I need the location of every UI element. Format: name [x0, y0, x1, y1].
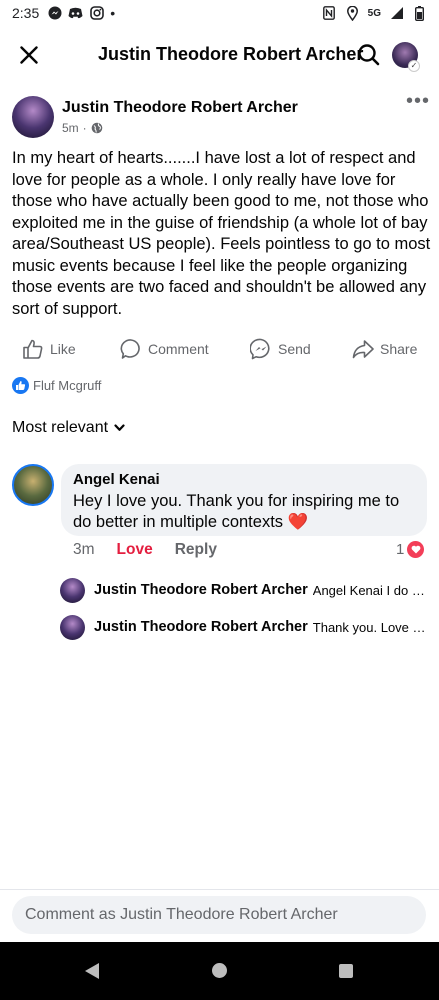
chevron-down-icon [114, 424, 125, 431]
chevron-down-icon: ✓ [408, 60, 420, 72]
comment-sort-dropdown[interactable]: Most relevant [12, 419, 125, 437]
like-button[interactable]: Like [22, 335, 76, 363]
send-button[interactable]: Send [250, 335, 311, 363]
comment-label: Comment [148, 341, 209, 357]
commenter-avatar[interactable] [12, 464, 54, 506]
like-reaction-icon [12, 377, 29, 394]
messenger-icon [47, 6, 62, 21]
comment-reaction-count[interactable]: 1 [396, 541, 425, 558]
comment-time[interactable]: 3m [73, 541, 95, 559]
reply-text: Thank you. Love yo... [312, 619, 430, 635]
globe-icon [91, 122, 102, 134]
search-icon [358, 44, 380, 66]
status-bar: 2:35 • 5G [0, 0, 439, 26]
system-nav-bar [0, 942, 439, 1000]
reaction-summary[interactable]: Fluf Mcgruff [12, 377, 101, 394]
love-button[interactable]: Love [117, 541, 153, 559]
share-icon [352, 340, 374, 359]
meta-separator: · [82, 121, 87, 135]
close-button[interactable] [16, 42, 42, 68]
notification-icons: • [47, 5, 115, 21]
reply-author: Justin Theodore Robert Archer [94, 619, 308, 635]
heart-emoji: ❤️ [287, 513, 309, 531]
location-icon [345, 5, 360, 21]
comment-actions: 3m Love Reply [73, 541, 217, 559]
comment-author[interactable]: Angel Kenai [73, 470, 415, 490]
post-author[interactable]: Justin Theodore Robert Archer [62, 99, 298, 117]
sort-label: Most relevant [12, 419, 109, 436]
reaction-count: 1 [396, 541, 405, 558]
status-dot: • [110, 5, 116, 21]
search-button[interactable] [356, 42, 382, 68]
reply-button[interactable]: Reply [175, 541, 217, 559]
comment-icon [120, 339, 140, 359]
comment-body: Hey I love you. Thank you for inspiring … [73, 492, 400, 531]
avatar[interactable] [12, 96, 54, 138]
heart-icon [407, 541, 425, 558]
post-header: Justin Theodore Robert Archer 5m · ••• [12, 91, 432, 140]
comment-input[interactable]: Comment as Justin Theodore Robert Archer [12, 896, 426, 934]
reply-author: Justin Theodore Robert Archer [94, 582, 308, 598]
battery-icon [412, 5, 427, 21]
reply-text: Angel Kenai I do w... [312, 582, 430, 598]
share-button[interactable]: Share [352, 335, 417, 363]
comment-text: Hey I love you. Thank you for inspiring … [73, 491, 415, 533]
system-icons: 5G [322, 5, 427, 21]
divider [0, 889, 439, 890]
avatar[interactable] [60, 614, 85, 640]
reaction-names: Fluf Mcgruff [33, 378, 102, 393]
post-text: In my heart of hearts.......I have lost … [12, 149, 431, 318]
top-bar: Justin Theodore Robert Archer ✓ [0, 30, 439, 80]
home-icon[interactable] [212, 963, 227, 978]
like-label: Like [50, 341, 76, 357]
comment-input-placeholder: Comment as Justin Theodore Robert Archer [25, 906, 338, 923]
reply-item[interactable]: Justin Theodore Robert Archer Thank you.… [60, 614, 430, 640]
send-label: Send [278, 341, 311, 357]
reply-item[interactable]: Justin Theodore Robert Archer Angel Kena… [60, 577, 430, 603]
share-label: Share [380, 341, 418, 357]
recents-icon[interactable] [339, 964, 353, 978]
nfc-icon [322, 6, 337, 21]
post-actions: Like Comment Send Share [0, 335, 439, 365]
status-time: 2:35 [12, 5, 40, 21]
back-icon[interactable] [84, 962, 100, 980]
discord-icon [68, 6, 83, 21]
close-icon [20, 46, 38, 64]
messenger-icon [250, 338, 270, 360]
avatar[interactable] [60, 577, 85, 603]
post-time[interactable]: 5m [62, 121, 79, 135]
instagram-icon [89, 6, 104, 21]
more-options-button[interactable]: ••• [404, 91, 432, 112]
signal-icon [389, 6, 404, 21]
comment-bubble[interactable]: Angel Kenai Hey I love you. Thank you fo… [61, 464, 427, 536]
network-type: 5G [367, 7, 381, 19]
like-icon [23, 339, 43, 359]
page-title: Justin Theodore Robert Archer [98, 44, 364, 64]
post-meta: 5m · [62, 121, 103, 135]
comment-button[interactable]: Comment [120, 335, 209, 363]
